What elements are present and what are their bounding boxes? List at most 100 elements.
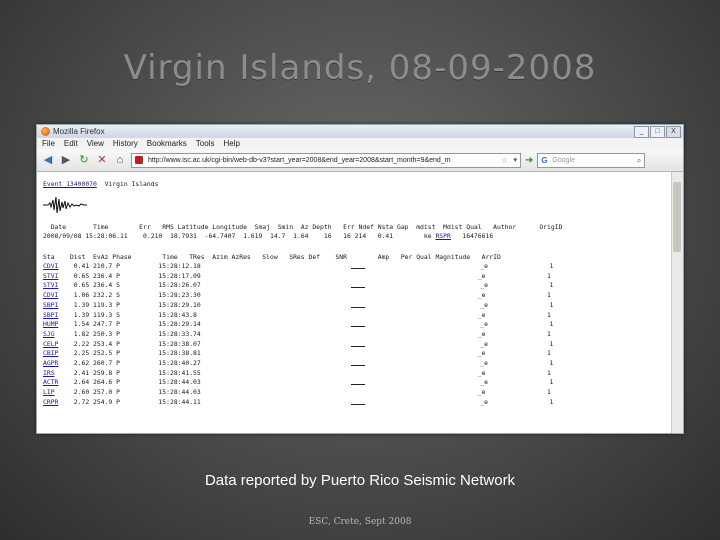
search-icon[interactable]: ⌕ <box>637 154 641 167</box>
def-blank <box>350 399 365 405</box>
menu-view[interactable]: View <box>87 138 104 149</box>
arrival-values: 2.60 257.0 P 15:28:44.03 <box>54 388 351 397</box>
arrival-values: 1.54 247.7 P 15:28:29.14 <box>58 320 351 329</box>
table-row: CDVI 1.06 232.2 S 15:28:23.30 _e 1 <box>43 291 551 299</box>
menu-file[interactable]: File <box>42 138 55 149</box>
arrival-values: 0.65 236.4 S 15:28:26.07 <box>58 281 351 290</box>
station-link[interactable]: ACTR <box>43 378 58 386</box>
forward-icon[interactable]: ▶ <box>59 153 73 167</box>
site-favicon-icon <box>135 155 143 164</box>
station-link[interactable]: CDVI <box>43 262 58 270</box>
arr-id: 1 <box>549 300 554 309</box>
qual-value: _e <box>362 368 548 377</box>
arr-id: 1 <box>547 271 551 280</box>
minimize-button[interactable]: _ <box>634 126 649 138</box>
arr-id: 1 <box>547 368 551 377</box>
table-row: CELP 2.22 253.4 P 15:28:38.07 _e 1 <box>43 340 553 348</box>
def-blank <box>350 321 365 328</box>
scrollbar-thumb[interactable] <box>673 182 681 252</box>
arr-id: 1 <box>549 397 554 406</box>
address-url: http://www.isc.ac.uk/cgi-bin/web-db-v3?s… <box>148 156 451 164</box>
vertical-scrollbar[interactable] <box>671 172 683 433</box>
go-icon[interactable]: ➜ <box>525 155 533 166</box>
address-bar[interactable]: http://www.isc.ac.uk/cgi-bin/web-db-v3?s… <box>131 152 521 168</box>
slide-title: Virgin Islands, 08-09-2008 <box>123 48 597 88</box>
menu-bookmarks[interactable]: Bookmarks <box>147 138 187 149</box>
arrival-values: 2.22 253.4 P 15:28:38.07 <box>58 339 351 348</box>
def-blank <box>350 282 365 289</box>
table-row: STVI 0.65 236.4 P 15:28:17.09 _e 1 <box>43 272 551 280</box>
station-link[interactable]: LIP <box>43 388 55 396</box>
qual-value: _e <box>362 349 548 358</box>
station-link[interactable]: STVI <box>43 272 58 280</box>
menu-help[interactable]: Help <box>223 138 239 149</box>
qual-value: _e <box>362 310 548 319</box>
arrivals-header: Sta Dist EvAz Phase Time TRes Azim AzRes… <box>43 253 501 261</box>
station-link[interactable]: SBPI <box>43 301 58 309</box>
arr-id: 1 <box>547 291 551 300</box>
table-row: STVI 0.65 236.4 S 15:28:26.07 _e 1 <box>43 281 553 289</box>
arrival-values: 2.25 252.5 P 15:28:38.81 <box>58 349 351 358</box>
search-input[interactable]: G Google ⌕ <box>537 152 646 168</box>
event-region: Virgin Islands <box>104 180 159 188</box>
qual-value: _e <box>364 339 550 348</box>
origin-row: 2008/09/08 15:28:06.11 0.210 18.7931 -64… <box>43 232 493 240</box>
close-button[interactable]: X <box>666 126 681 138</box>
menu-edit[interactable]: Edit <box>64 138 78 149</box>
qual-value: _e <box>364 320 550 329</box>
table-row: ACTR 2.64 264.6 P 15:28:44.03 _e 1 <box>43 378 553 386</box>
station-link[interactable]: IRS <box>43 369 55 377</box>
def-blank <box>350 263 365 269</box>
arr-id: 1 <box>549 320 554 329</box>
bookmark-star-icon[interactable]: ☆ <box>501 154 508 167</box>
back-icon[interactable]: ◀ <box>41 153 55 167</box>
window-title: Mozilla Firefox <box>53 127 105 136</box>
window-controls: _ □ X <box>634 126 681 138</box>
arr-id: 1 <box>547 310 551 319</box>
arr-id: 1 <box>549 262 554 270</box>
arr-id: 1 <box>549 281 554 290</box>
arrival-values: 2.72 254.9 P 15:28:44.11 <box>58 397 351 406</box>
def-blank <box>350 379 365 386</box>
arr-id: 1 <box>547 388 551 397</box>
qual-value: _e <box>362 388 548 397</box>
table-row: SBPI 1.39 119.3 S 15:28:43.8 _e 1 <box>43 311 551 319</box>
arr-id: 1 <box>547 349 551 358</box>
station-link[interactable]: CDVI <box>43 291 58 299</box>
chevron-down-icon[interactable]: ▾ <box>513 154 517 167</box>
table-row: IRS 2.41 259.8 P 15:28:41.55 _e 1 <box>43 369 551 377</box>
arrival-values: 1.39 119.3 S 15:28:43.8 <box>58 310 351 319</box>
table-row: CBIP 2.25 252.5 P 15:28:38.81 _e 1 <box>43 349 551 357</box>
station-link[interactable]: STVI <box>43 281 58 289</box>
station-link[interactable]: CBIP <box>43 349 58 357</box>
stop-icon[interactable]: ✕ <box>95 153 109 167</box>
menu-bar: File Edit View History Bookmarks Tools H… <box>37 138 683 149</box>
station-link[interactable]: CELP <box>43 340 58 348</box>
station-link[interactable]: AGPR <box>43 359 58 367</box>
menu-history[interactable]: History <box>113 138 138 149</box>
maximize-button[interactable]: □ <box>650 126 665 138</box>
reload-icon[interactable]: ↻ <box>77 153 91 167</box>
arrival-values: 1.39 119.3 P 15:28:29.10 <box>58 300 351 309</box>
arrival-values: 2.41 259.8 P 15:28:41.55 <box>54 368 351 377</box>
table-row: LIP 2.60 257.0 P 15:28:44.03 _e 1 <box>43 388 551 396</box>
qual-value: _e <box>364 397 550 406</box>
window-titlebar[interactable]: Mozilla Firefox _ □ X <box>37 125 683 138</box>
table-row: CRPR 2.72 254.9 P 15:28:44.11 _e 1 <box>43 398 553 406</box>
arrival-values: 1.82 250.3 P 15:28:33.74 <box>54 329 351 338</box>
table-row: SJG 1.82 250.3 P 15:28:33.74 _e 1 <box>43 330 551 338</box>
station-link[interactable]: SJG <box>43 330 55 338</box>
menu-tools[interactable]: Tools <box>196 138 215 149</box>
arr-id: 1 <box>549 359 554 367</box>
browser-window: Mozilla Firefox _ □ X File Edit View His… <box>36 124 684 434</box>
station-link[interactable]: CRPR <box>43 398 58 406</box>
slide-footer: ESC, Crete, Sept 2008 <box>308 517 412 527</box>
event-heading: Event 13400070 Virgin Islands <box>43 180 158 188</box>
home-icon[interactable]: ⌂ <box>113 153 127 167</box>
arr-id: 1 <box>547 329 551 338</box>
event-link[interactable]: Event 13400070 <box>43 180 97 188</box>
author-link[interactable]: RSPR <box>435 232 450 240</box>
station-link[interactable]: HUMP <box>43 320 58 328</box>
station-link[interactable]: SBPI <box>43 311 58 319</box>
def-blank <box>350 341 365 347</box>
